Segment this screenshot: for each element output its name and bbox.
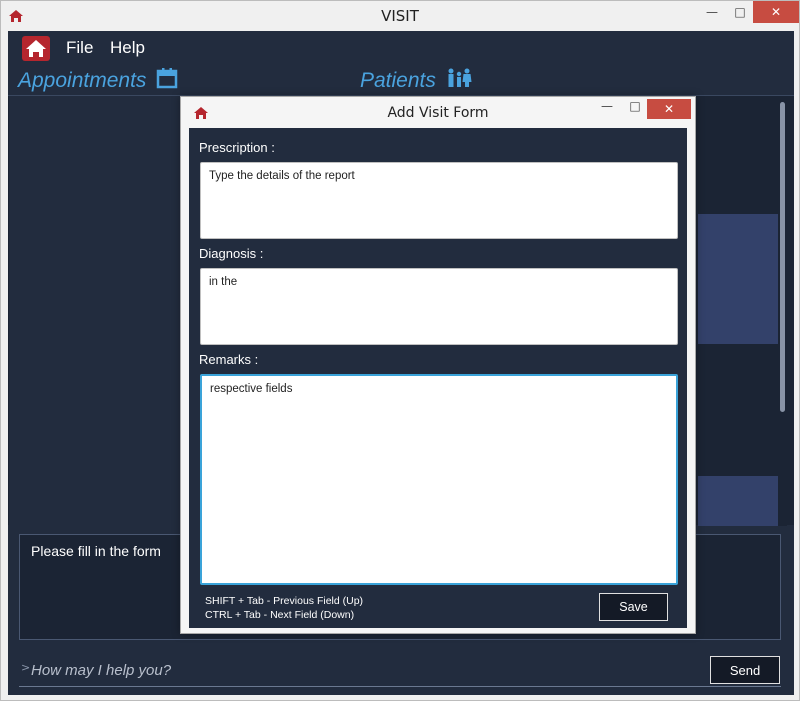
- tab-appointments[interactable]: Appointments: [18, 67, 178, 95]
- dialog-body: Prescription : Type the details of the r…: [189, 128, 687, 628]
- tab-appointments-label: Appointments: [18, 69, 147, 92]
- prescription-field[interactable]: Type the details of the report: [200, 162, 678, 239]
- menu-file[interactable]: File: [66, 38, 93, 58]
- prescription-input[interactable]: Type the details of the report: [201, 163, 677, 238]
- scrollbar-thumb[interactable]: [780, 102, 785, 412]
- menu-bar: File Help: [8, 31, 794, 65]
- dialog-minimize-button[interactable]: —: [595, 99, 619, 119]
- hint-previous-field: SHIFT + Tab - Previous Field (Up): [205, 595, 364, 607]
- tab-bar: Appointments Patients: [8, 65, 794, 95]
- add-visit-dialog: Add Visit Form — □ ✕ Prescription : Type…: [180, 96, 696, 634]
- vertical-scrollbar[interactable]: [778, 96, 787, 526]
- command-bar: > Send: [19, 653, 781, 687]
- keyboard-hints: SHIFT + Tab - Previous Field (Up) CTRL +…: [205, 594, 363, 622]
- remarks-field[interactable]: respective fields: [200, 374, 678, 585]
- remarks-input[interactable]: respective fields: [202, 376, 676, 583]
- dialog-titlebar: Add Visit Form — □ ✕: [181, 97, 695, 127]
- minimize-button[interactable]: —: [697, 1, 727, 23]
- appointments-pane: [9, 96, 185, 526]
- send-button[interactable]: Send: [710, 656, 780, 684]
- command-input[interactable]: [31, 657, 691, 683]
- patients-row-highlight[interactable]: [698, 214, 778, 344]
- remarks-label: Remarks :: [199, 352, 259, 367]
- close-button[interactable]: ✕: [753, 1, 799, 23]
- prompt-symbol: >: [21, 661, 31, 674]
- save-button[interactable]: Save: [599, 593, 668, 621]
- main-titlebar: VISIT — □ ✕: [1, 1, 799, 31]
- diagnosis-field[interactable]: in the: [200, 268, 678, 345]
- hint-next-field: CTRL + Tab - Next Field (Down): [205, 609, 355, 621]
- window-title: VISIT: [381, 7, 419, 25]
- prescription-label: Prescription :: [199, 140, 275, 155]
- calendar-icon: [156, 67, 178, 95]
- family-icon: [446, 67, 472, 95]
- tab-patients[interactable]: Patients: [360, 67, 472, 95]
- maximize-button[interactable]: □: [725, 1, 755, 23]
- home-button[interactable]: [22, 36, 50, 61]
- message-text: Please fill in the form: [31, 543, 161, 559]
- dialog-maximize-button[interactable]: □: [623, 99, 647, 119]
- patients-row-highlight[interactable]: [698, 476, 778, 526]
- diagnosis-input[interactable]: in the: [201, 269, 677, 344]
- dialog-close-button[interactable]: ✕: [647, 99, 691, 119]
- tab-patients-label: Patients: [360, 69, 436, 92]
- diagnosis-label: Diagnosis :: [199, 246, 264, 261]
- menu-help[interactable]: Help: [110, 38, 145, 58]
